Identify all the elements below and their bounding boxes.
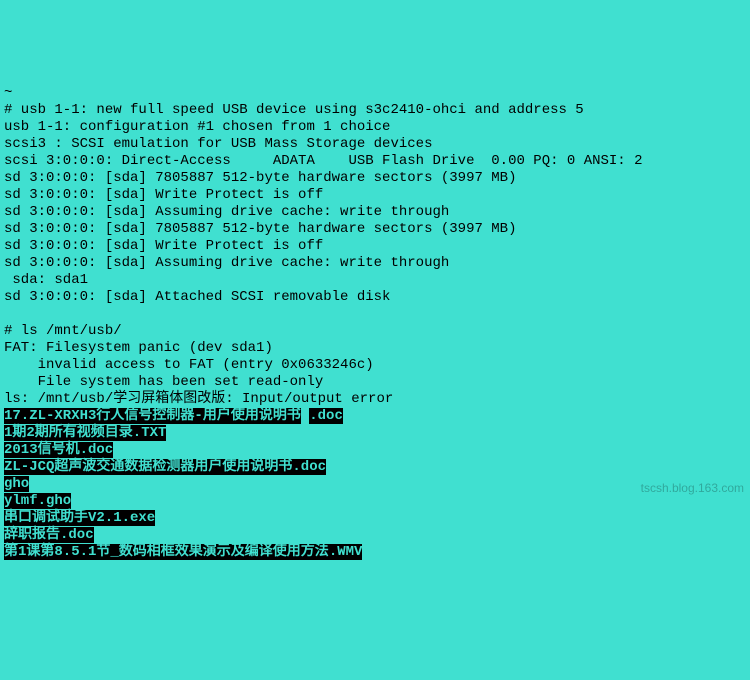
file-entry: 17.ZL-XRXH3行人信号控制器-用户使用说明书	[4, 408, 301, 424]
file-entry: gho	[4, 476, 29, 492]
file-entry: 第1课第8.5.1节_数码相框效果演示及编译使用方法	[4, 544, 329, 560]
output-line: scsi 3:0:0:0: Direct-Access ADATA USB Fl…	[4, 153, 643, 169]
file-entry: 串口调试助手V2.1.exe	[4, 510, 155, 526]
output-line: sd 3:0:0:0: [sda] Attached SCSI removabl…	[4, 289, 390, 305]
output-line: scsi3 : SCSI emulation for USB Mass Stor…	[4, 136, 432, 152]
file-entry: 1期2期所有视频目录.TXT	[4, 425, 166, 441]
terminal-output: ~ # usb 1-1: new full speed USB device u…	[0, 68, 750, 561]
file-entry: ylmf.gho	[4, 493, 71, 509]
output-line: sd 3:0:0:0: [sda] 7805887 512-byte hardw…	[4, 170, 516, 186]
output-line: FAT: Filesystem panic (dev sda1)	[4, 340, 273, 356]
output-line: ls: /mnt/usb/学习屏箱体图改版: Input/output erro…	[4, 391, 393, 407]
output-line: invalid access to FAT (entry 0x0633246c)	[4, 357, 374, 373]
watermark-text: tscsh.blog.163.com	[641, 480, 744, 497]
file-entry-gap	[301, 408, 309, 424]
file-entry: 辞职报告.doc	[4, 527, 94, 543]
file-entry-ext: .WMV	[329, 544, 363, 560]
output-line: sd 3:0:0:0: [sda] Write Protect is off	[4, 187, 323, 203]
output-line: usb 1-1: configuration #1 chosen from 1 …	[4, 119, 390, 135]
command-line: # ls /mnt/usb/	[4, 323, 122, 339]
output-line: File system has been set read-only	[4, 374, 323, 390]
file-entry: 2013信号机.doc	[4, 442, 113, 458]
output-line: sda: sda1	[4, 272, 88, 288]
output-line: ~	[4, 85, 12, 101]
output-line: sd 3:0:0:0: [sda] Write Protect is off	[4, 238, 323, 254]
output-line: # usb 1-1: new full speed USB device usi…	[4, 102, 584, 118]
file-entry-ext: .doc	[309, 408, 343, 424]
output-line: sd 3:0:0:0: [sda] Assuming drive cache: …	[4, 255, 449, 271]
output-line: sd 3:0:0:0: [sda] Assuming drive cache: …	[4, 204, 449, 220]
file-entry: ZL-JCQ超声波交通数据检测器用户使用说明书.doc	[4, 459, 326, 475]
output-line: sd 3:0:0:0: [sda] 7805887 512-byte hardw…	[4, 221, 516, 237]
